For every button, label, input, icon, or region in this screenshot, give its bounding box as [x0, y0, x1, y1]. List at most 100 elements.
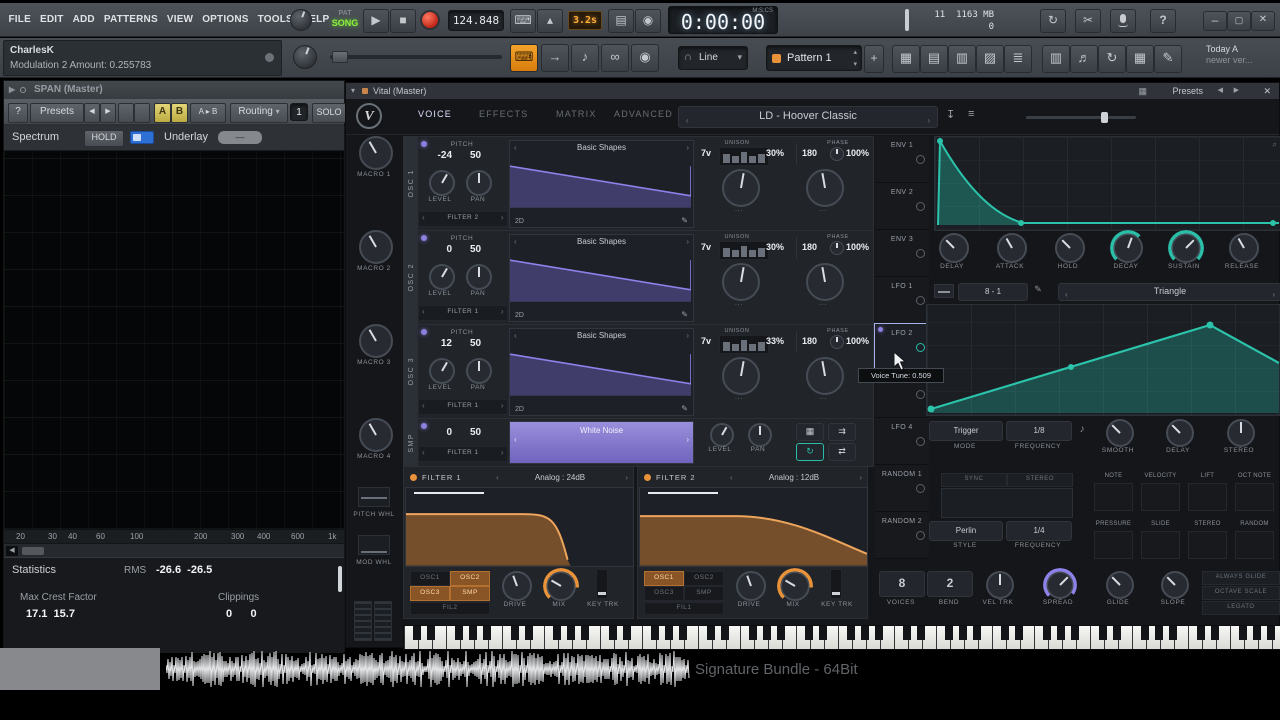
compare-slot-2[interactable]: [134, 103, 150, 123]
pattern-up-icon[interactable]: ▴: [853, 48, 857, 56]
filter-model-next-icon[interactable]: ›: [625, 473, 628, 482]
osc2-tab[interactable]: OSC 2: [404, 231, 418, 324]
pianoroll-toggle-icon[interactable]: ▤: [920, 45, 948, 73]
osc2-phase-dial[interactable]: [830, 241, 844, 255]
slope-knob[interactable]: [1161, 571, 1189, 599]
osc1-wavetable-name[interactable]: Basic Shapes: [510, 143, 693, 152]
source-velocity[interactable]: VELOCITY: [1138, 473, 1183, 513]
stats-scrollbar[interactable]: [338, 566, 342, 592]
preset-next-icon[interactable]: ›: [927, 111, 930, 130]
filter2-model[interactable]: Analog : 12dB: [738, 473, 850, 482]
macro2-knob[interactable]: [359, 230, 393, 264]
osc1-power-led[interactable]: [421, 141, 427, 147]
mod-env3[interactable]: ENV 3: [875, 230, 929, 277]
collapse-arrow-icon[interactable]: ▶: [9, 81, 15, 99]
envelope-display[interactable]: ⌕: [934, 136, 1280, 231]
sampler-bounce-icon[interactable]: ⇄: [828, 443, 856, 461]
filter1-input-osc3[interactable]: OSC3: [410, 586, 450, 601]
source-stereo[interactable]: STEREO: [1185, 521, 1230, 561]
wavetable-next-icon[interactable]: ›: [686, 143, 689, 152]
voices-value[interactable]: 8: [879, 571, 925, 597]
spread-knob[interactable]: [1046, 571, 1074, 599]
osc3-transpose[interactable]: 12: [422, 338, 452, 349]
pitch-wheel[interactable]: [358, 487, 390, 507]
osc2-wavetable-name[interactable]: Basic Shapes: [510, 237, 693, 246]
env-sustain-knob[interactable]: [1171, 233, 1201, 263]
mod-lfo1[interactable]: LFO 1: [875, 277, 929, 324]
loop-record-icon[interactable]: ∞: [601, 44, 629, 72]
pattern-down-icon[interactable]: ▾: [853, 60, 857, 68]
osc2-phase-value[interactable]: 180: [802, 242, 817, 252]
filter1-mix-knob[interactable]: [546, 571, 576, 601]
save-preset-icon[interactable]: ↧: [946, 108, 955, 121]
filter1-display[interactable]: [405, 487, 634, 567]
metronome-note-icon[interactable]: ♪: [571, 44, 599, 72]
env-decay-knob[interactable]: [1113, 233, 1143, 263]
osc3-phase-random[interactable]: 100%: [846, 336, 869, 346]
filter2-display[interactable]: [639, 487, 868, 567]
source-pressure[interactable]: PRESSURE: [1091, 521, 1136, 561]
osc1-phase-random[interactable]: 100%: [846, 148, 869, 158]
menu-options[interactable]: OPTIONS: [198, 3, 253, 37]
main-menu-icon[interactable]: ≡: [968, 108, 974, 120]
lfo-settings-icon[interactable]: [934, 284, 954, 298]
sampler-random-phase-icon[interactable]: ⇉: [828, 423, 856, 441]
tab-matrix[interactable]: MATRIX: [556, 109, 597, 119]
osc3-tune[interactable]: 50: [470, 338, 481, 349]
mixer-toggle-icon[interactable]: ▨: [976, 45, 1004, 73]
scissors-icon[interactable]: ✂: [1075, 9, 1101, 33]
velocity-track-knob[interactable]: [986, 571, 1014, 599]
typing-to-piano-button[interactable]: ⌨: [510, 44, 538, 72]
mod-random1[interactable]: RANDOM 1: [875, 465, 929, 512]
sampler-tab[interactable]: SMP: [404, 419, 418, 466]
glide-knob[interactable]: [1106, 571, 1134, 599]
wavetable-next-icon[interactable]: ›: [686, 331, 689, 340]
sample-prev-icon[interactable]: ‹: [514, 435, 517, 444]
source-random[interactable]: RANDOM: [1232, 521, 1277, 561]
osc3-phase-dial[interactable]: [830, 335, 844, 349]
record-button[interactable]: [420, 10, 440, 30]
random-style-selector[interactable]: Perlin: [929, 521, 1003, 541]
lfo-delay-knob[interactable]: [1166, 419, 1194, 447]
add-pattern-button[interactable]: +: [864, 45, 884, 73]
osc3-unison-big-knob[interactable]: [722, 357, 760, 395]
presets-button[interactable]: Presets: [30, 103, 84, 123]
vital-logo[interactable]: V: [356, 103, 382, 129]
span-scrollbar[interactable]: ◀: [4, 543, 344, 557]
env-delay-knob[interactable]: [939, 233, 969, 263]
osc2-unison-voices[interactable]: 7v: [701, 242, 711, 252]
tab-advanced[interactable]: ADVANCED: [614, 109, 673, 119]
menu-file[interactable]: FILE: [4, 3, 35, 37]
filter-model-next-icon[interactable]: ›: [859, 473, 862, 482]
mod-random2[interactable]: RANDOM 2: [875, 512, 929, 559]
news-ticker[interactable]: Today A newer ver...: [1206, 44, 1274, 66]
piano-keyboard[interactable]: [403, 625, 1280, 650]
sampler-tune[interactable]: 50: [470, 427, 481, 438]
macro3-knob[interactable]: [359, 324, 393, 358]
collapse-arrow-icon[interactable]: ▾: [351, 83, 355, 99]
time-display[interactable]: M:S:CS 0:00:00: [668, 6, 778, 34]
preset-prev-icon[interactable]: ‹: [686, 111, 689, 130]
mod-env1[interactable]: ENV 1: [875, 136, 929, 183]
notification-bell-icon[interactable]: [265, 53, 274, 62]
filter1-keytrack-slider[interactable]: [596, 569, 608, 599]
solo-button[interactable]: SOLO: [312, 103, 346, 123]
mod-drag-node[interactable]: [916, 343, 925, 352]
filter1-input-smp[interactable]: SMP: [450, 586, 490, 601]
bend-value[interactable]: 2: [927, 571, 973, 597]
osc3-power-led[interactable]: [421, 329, 427, 335]
mod-drag-node[interactable]: [916, 202, 925, 211]
playlist-toggle-icon[interactable]: ▦: [892, 45, 920, 73]
macro1-knob[interactable]: [359, 136, 393, 170]
filter2-input-osc1[interactable]: OSC1: [644, 571, 684, 586]
osc2-wavetable-display[interactable]: ‹ Basic Shapes › 2D ✎: [509, 234, 694, 322]
osc1-level-knob[interactable]: [429, 170, 455, 196]
recycle-icon[interactable]: ↻: [1040, 9, 1066, 33]
underlay-selector[interactable]: —: [218, 131, 262, 144]
osc3-dimension-toggle[interactable]: 2D: [515, 406, 524, 413]
lfo-shape-prev-icon[interactable]: ‹: [1065, 287, 1068, 302]
hold-button[interactable]: HOLD: [84, 130, 124, 147]
song-label[interactable]: SONG: [330, 18, 360, 28]
osc2-unison-bars[interactable]: [719, 241, 769, 260]
source-slide[interactable]: SLIDE: [1138, 521, 1183, 561]
